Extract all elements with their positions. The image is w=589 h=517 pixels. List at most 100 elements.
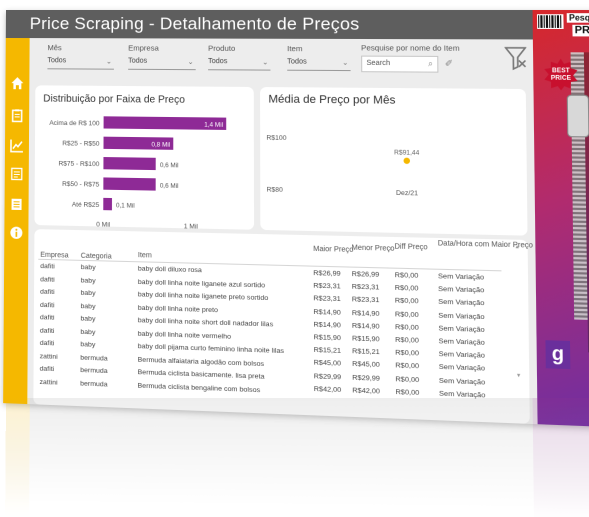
y-tick-label: R$80 xyxy=(267,186,284,194)
table-cell: R$0,00 xyxy=(395,272,419,280)
filter-select[interactable]: Todos ⌄ xyxy=(128,58,196,71)
bar-category-label: R$25 - R$50 xyxy=(62,140,100,148)
table-cell: R$23,31 xyxy=(313,283,340,291)
table-cell: R$42,00 xyxy=(314,386,342,394)
table-cell: R$45,00 xyxy=(352,361,380,369)
badge-text-2: PRICE xyxy=(551,75,571,82)
barcode-icon xyxy=(537,14,564,29)
bar-chart: Acima de R$ 100 1,4 MilR$25 - R$50 0,8 Mil… xyxy=(34,85,254,229)
chevron-down-icon: ⌄ xyxy=(106,57,112,65)
table-cell: zattini xyxy=(40,378,58,386)
point-data-label: R$91,44 xyxy=(394,149,420,157)
chevron-down-icon: ⌄ xyxy=(188,58,194,66)
table-cell: Sem Variação xyxy=(438,299,484,308)
sidebar xyxy=(3,38,30,404)
bar-data-label: 0,6 Mil xyxy=(160,162,179,170)
table-cell: R$14,90 xyxy=(352,309,380,317)
column-header[interactable]: Menor Preço xyxy=(352,244,395,252)
dashboard-reflection xyxy=(5,398,589,517)
filter-value: Todos xyxy=(128,58,147,65)
table-cell: baby xyxy=(81,264,96,272)
table-cell: dafiti xyxy=(40,288,55,296)
column-header[interactable]: Item xyxy=(138,252,152,260)
bar-data-label: 0,1 Mil xyxy=(116,202,135,210)
table-cell: R$23,31 xyxy=(352,284,380,292)
scroll-down-icon[interactable]: ▼ xyxy=(516,373,522,380)
filter-label: Mês xyxy=(48,43,114,52)
banner-panel: Pesquisa de PREÇOS BEST PRICE g xyxy=(533,10,589,428)
filter-produto[interactable]: Produto Todos ⌄ xyxy=(208,44,270,71)
x-tick-label: 0 Mil xyxy=(96,221,110,229)
x-tick-label: 1 Mil xyxy=(184,223,198,230)
data-point xyxy=(404,158,411,164)
bar-data-label: 0,8 Mil xyxy=(151,141,170,148)
table-cell: Sem Variação xyxy=(439,351,485,360)
search-input[interactable]: Search ⌕ xyxy=(361,56,438,73)
filter-label: Empresa xyxy=(128,43,196,52)
column-header[interactable]: Maior Preço xyxy=(313,246,353,254)
search-icon[interactable]: ⌕ xyxy=(428,59,433,69)
filter-label: Produto xyxy=(208,44,270,53)
filter-item[interactable]: Item Todos ⌄ xyxy=(287,44,350,71)
table-cell: R$26,99 xyxy=(352,271,380,279)
table-cell: Sem Variação xyxy=(439,338,485,347)
table-cell: baby xyxy=(81,277,96,285)
bar-data-label: 1,4 Mil xyxy=(204,121,223,128)
filter-empresa[interactable]: Empresa Todos ⌄ xyxy=(128,43,196,70)
table-cell: R$0,00 xyxy=(395,285,419,293)
filter-select[interactable]: Todos ⌄ xyxy=(208,58,270,71)
table-cell: Sem Variação xyxy=(438,312,484,321)
table-cell: R$0,00 xyxy=(395,311,419,319)
table-cell: R$0,00 xyxy=(395,350,419,358)
table-cell: R$0,00 xyxy=(395,298,419,306)
table-cell: dafiti xyxy=(40,314,55,322)
table-cell: R$42,00 xyxy=(352,387,380,395)
bar xyxy=(103,177,155,190)
banner-line2: PREÇOS xyxy=(572,25,589,37)
title-bar: Price Scraping - Detalhamento de Preços xyxy=(6,10,533,39)
filter-mes[interactable]: Mês Todos ⌄ xyxy=(47,43,114,70)
table-cell: baby doll linha noite preto xyxy=(138,304,218,314)
search-placeholder: Search xyxy=(366,60,390,67)
line-chart-card: Média de Preço por Mês R$100 R$80 R$91,44 D… xyxy=(260,87,527,236)
table-cell: R$14,90 xyxy=(313,321,340,329)
bar xyxy=(103,198,112,210)
y-tick-label: R$100 xyxy=(266,135,287,143)
table-cell: bermuda xyxy=(80,367,107,375)
clear-filter-icon[interactable] xyxy=(504,46,526,71)
table-cell: baby xyxy=(80,328,95,336)
list-icon[interactable] xyxy=(9,197,25,214)
table-cell: R$45,00 xyxy=(314,360,342,368)
page-title: Price Scraping - Detalhamento de Preços xyxy=(30,14,360,35)
filter-select[interactable]: Todos ⌄ xyxy=(287,58,350,71)
table-cell: R$14,90 xyxy=(313,308,340,316)
table-cell: R$15,21 xyxy=(352,348,380,356)
clipboard-icon[interactable] xyxy=(9,108,25,124)
table-cell: dafiti xyxy=(40,276,55,284)
table-cell: baby xyxy=(81,290,96,298)
table-cell: Sem Variação xyxy=(438,273,484,282)
home-icon[interactable] xyxy=(9,76,25,92)
table-cell: R$15,21 xyxy=(314,347,341,355)
eraser-icon[interactable]: ✐ xyxy=(445,58,453,70)
document-icon[interactable] xyxy=(9,167,25,183)
bar-data-label: 0,6 Mil xyxy=(160,182,179,190)
table-cell: R$0,00 xyxy=(395,324,419,332)
reflection-fill xyxy=(5,398,589,517)
scroll-up-icon[interactable]: ▲ xyxy=(514,244,520,251)
table-cell: Sem Variação xyxy=(439,364,485,373)
reflection-sidebar xyxy=(5,398,30,517)
table-cell: baby doll linha noite liganete preto sor… xyxy=(138,291,269,302)
price-table-card: Empresa Categoria Item Maior Preço Menor Pre… xyxy=(33,229,529,424)
info-icon[interactable] xyxy=(8,225,24,242)
table-cell: baby xyxy=(80,341,95,349)
table-cell: R$26,99 xyxy=(313,270,340,278)
table-cell: R$15,90 xyxy=(314,334,341,342)
filter-select[interactable]: Todos ⌄ xyxy=(47,57,114,69)
column-header[interactable]: Diff Preço xyxy=(394,243,427,251)
table-cell: dafiti xyxy=(40,340,55,348)
chart-icon[interactable] xyxy=(9,138,25,154)
bar-chart-card: Distribuição por Faixa de Preço Acima de… xyxy=(34,85,254,229)
table-cell: R$0,00 xyxy=(395,362,419,370)
brand-logo: g xyxy=(545,340,570,369)
